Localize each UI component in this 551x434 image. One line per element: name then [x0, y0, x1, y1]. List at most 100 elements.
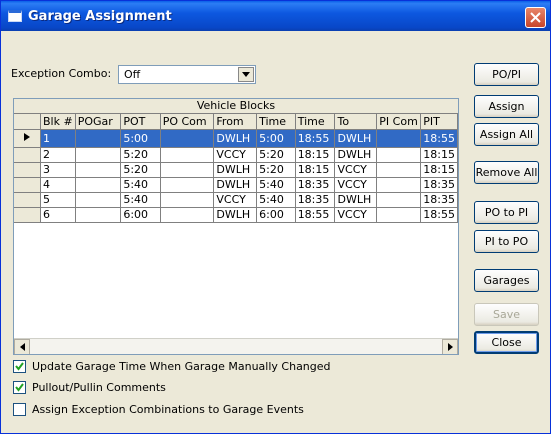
table-cell[interactable]: 4 — [40, 177, 76, 193]
table-cell[interactable]: 18:55 — [420, 129, 458, 148]
table-cell[interactable]: DWLH — [213, 177, 258, 193]
table-row[interactable]: 6 6:00 DWLH 6:00 18:55 VCCY 18:55 — [14, 207, 458, 223]
table-cell[interactable]: 18:55 — [420, 207, 458, 223]
column-header[interactable]: PI Com — [376, 114, 422, 130]
exception-combo-select[interactable]: Off — [118, 65, 256, 84]
table-cell[interactable] — [160, 192, 215, 208]
table-cell[interactable]: 5:20 — [256, 147, 296, 163]
table-cell[interactable]: 5:20 — [120, 162, 161, 178]
close-window-button[interactable] — [525, 7, 546, 28]
save-button[interactable]: Save — [474, 303, 539, 326]
table-cell[interactable] — [376, 177, 422, 193]
table-row[interactable]: 5 5:40 VCCY 5:40 18:35 DWLH 18:35 — [14, 192, 458, 208]
table-cell[interactable] — [160, 177, 215, 193]
column-header[interactable]: Time — [256, 114, 296, 130]
table-cell[interactable]: 18:15 — [420, 162, 458, 178]
table-row[interactable]: 4 5:40 DWLH 5:40 18:35 VCCY 18:35 — [14, 177, 458, 193]
scroll-right-button[interactable] — [442, 339, 458, 354]
table-cell[interactable]: 18:15 — [420, 147, 458, 163]
table-cell[interactable]: 6:00 — [120, 207, 161, 223]
assign-all-button[interactable]: Assign All — [474, 123, 539, 146]
vehicle-blocks-grid[interactable]: Vehicle Blocks Blk # POGar POT PO Com From Ti… — [13, 98, 459, 355]
row-indicator[interactable] — [14, 147, 41, 163]
scroll-left-button[interactable] — [14, 339, 30, 354]
table-row[interactable]: 3 5:20 DWLH 5:20 18:15 VCCY 18:15 — [14, 162, 458, 178]
table-cell[interactable]: DWLH — [213, 162, 258, 178]
table-cell[interactable]: DWLH — [213, 129, 258, 148]
table-cell[interactable] — [160, 207, 215, 223]
table-cell[interactable]: 18:55 — [295, 207, 336, 223]
option-label[interactable]: Update Garage Time When Garage Manually … — [32, 360, 331, 373]
column-header[interactable]: Time — [295, 114, 336, 130]
column-header[interactable]: From — [213, 114, 258, 130]
column-header[interactable]: Blk # — [40, 114, 76, 130]
title-bar[interactable]: Garage Assignment — [1, 1, 550, 31]
row-indicator[interactable] — [14, 207, 41, 223]
table-cell[interactable]: 3 — [40, 162, 76, 178]
table-row[interactable]: 1 5:00 DWLH 5:00 18:55 DWLH 18:55 — [14, 129, 458, 148]
option-checkbox[interactable] — [13, 381, 26, 394]
table-cell[interactable]: 5:40 — [120, 177, 161, 193]
table-cell[interactable]: 6:00 — [256, 207, 296, 223]
table-cell[interactable] — [376, 147, 422, 163]
table-cell[interactable]: 5:40 — [120, 192, 161, 208]
horizontal-scrollbar[interactable] — [14, 338, 458, 354]
table-cell[interactable] — [75, 147, 122, 163]
table-cell[interactable]: 5:20 — [120, 147, 161, 163]
table-cell[interactable]: 5 — [40, 192, 76, 208]
table-cell[interactable]: 5:00 — [256, 129, 296, 148]
table-cell[interactable] — [75, 129, 122, 148]
table-cell[interactable] — [376, 129, 422, 148]
table-cell[interactable]: 18:55 — [295, 129, 336, 148]
table-cell[interactable]: 18:15 — [295, 147, 336, 163]
row-indicator[interactable] — [14, 192, 41, 208]
po-pi-button[interactable]: PO/PI — [474, 63, 539, 86]
table-cell[interactable]: 1 — [40, 129, 76, 148]
table-cell[interactable] — [376, 207, 422, 223]
option-checkbox[interactable] — [13, 360, 26, 373]
remove-all-button[interactable]: Remove All — [474, 161, 539, 184]
table-cell[interactable] — [75, 207, 122, 223]
column-header[interactable]: To — [334, 114, 378, 130]
table-row[interactable]: 2 5:20 VCCY 5:20 18:15 DWLH 18:15 — [14, 147, 458, 163]
table-cell[interactable]: 6 — [40, 207, 76, 223]
column-header[interactable]: POGar — [75, 114, 122, 130]
column-header[interactable]: POT — [120, 114, 161, 130]
option-checkbox[interactable] — [13, 403, 26, 416]
table-cell[interactable]: DWLH — [334, 129, 378, 148]
option-label[interactable]: Assign Exception Combinations to Garage … — [32, 403, 304, 416]
table-cell[interactable]: 5:40 — [256, 177, 296, 193]
table-cell[interactable] — [376, 162, 422, 178]
table-cell[interactable] — [160, 147, 215, 163]
table-cell[interactable]: 18:35 — [420, 192, 458, 208]
table-cell[interactable]: 2 — [40, 147, 76, 163]
column-header[interactable]: PIT — [420, 114, 458, 130]
table-cell[interactable]: 18:15 — [295, 162, 336, 178]
table-cell[interactable]: VCCY — [213, 147, 258, 163]
row-indicator[interactable] — [14, 177, 41, 193]
table-cell[interactable]: VCCY — [334, 207, 378, 223]
table-cell[interactable] — [376, 192, 422, 208]
table-cell[interactable] — [160, 162, 215, 178]
table-cell[interactable] — [75, 162, 122, 178]
combo-dropdown-button[interactable] — [238, 67, 254, 82]
po-to-pi-button[interactable]: PO to PI — [474, 201, 539, 224]
close-button[interactable]: Close — [474, 331, 539, 354]
table-cell[interactable]: VCCY — [334, 177, 378, 193]
table-cell[interactable]: 5:40 — [256, 192, 296, 208]
assign-button[interactable]: Assign — [474, 95, 539, 118]
row-indicator[interactable] — [14, 129, 41, 148]
garages-button[interactable]: Garages — [474, 269, 539, 292]
column-header[interactable]: PO Com — [160, 114, 215, 130]
table-cell[interactable]: DWLH — [213, 207, 258, 223]
pi-to-po-button[interactable]: PI to PO — [474, 230, 539, 253]
row-indicator[interactable] — [14, 162, 41, 178]
table-cell[interactable]: VCCY — [334, 162, 378, 178]
table-cell[interactable]: VCCY — [213, 192, 258, 208]
table-cell[interactable] — [160, 129, 215, 148]
table-cell[interactable] — [75, 177, 122, 193]
option-label[interactable]: Pullout/Pullin Comments — [32, 381, 166, 394]
table-cell[interactable]: DWLH — [334, 147, 378, 163]
table-cell[interactable]: 18:35 — [295, 192, 336, 208]
table-cell[interactable]: 5:20 — [256, 162, 296, 178]
